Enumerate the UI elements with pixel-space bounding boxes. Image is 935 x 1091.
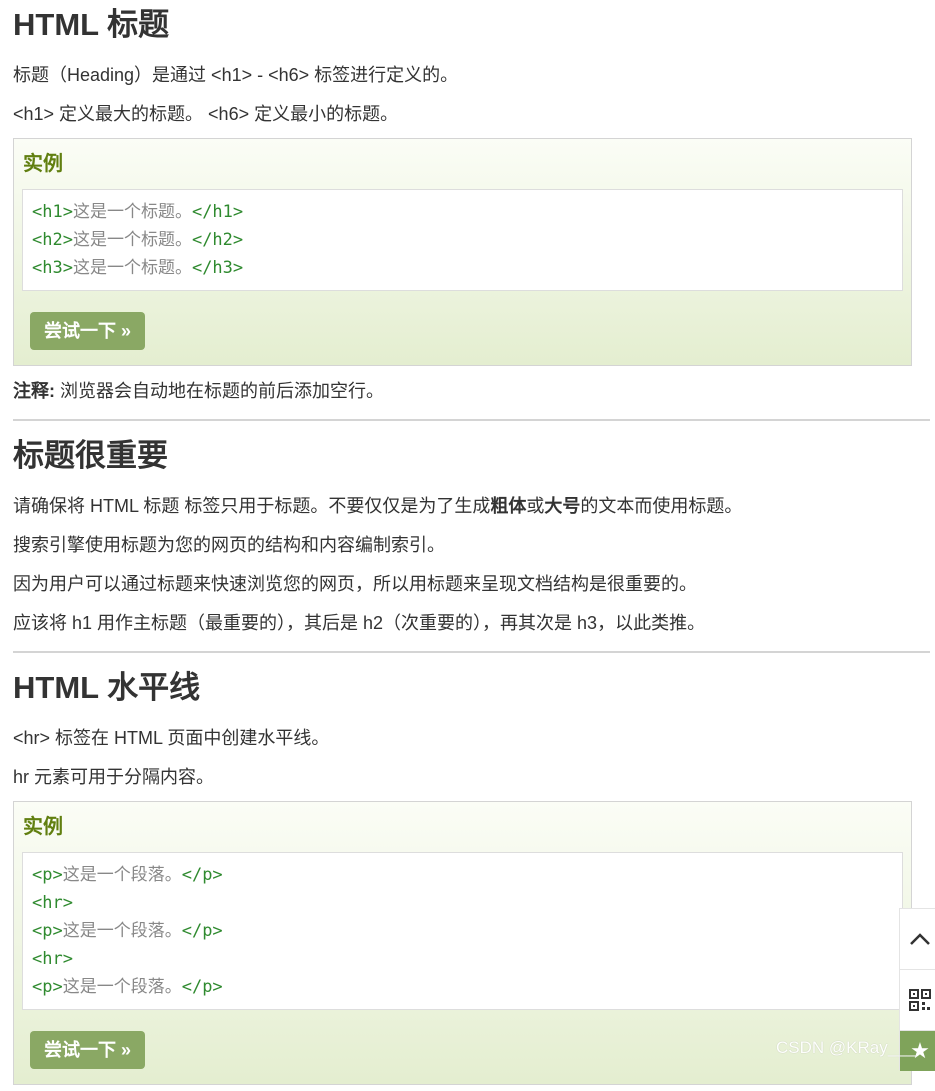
code-line: <p>这是一个段落。</p> [32,861,893,889]
code-open-tag: <p> [32,921,63,941]
example-heading: 实例 [23,816,63,838]
paragraph: 应该将 h1 用作主标题（最重要的），其后是 h2（次重要的），再其次是 h3，… [13,613,706,633]
article-content: HTML 标题 标题（Heading）是通过 <h1> - <h6> 标签进行定… [13,0,930,1091]
paragraph: <hr> 标签在 HTML 页面中创建水平线。 [13,728,330,748]
note-label: 注释: [13,381,55,401]
bold-text: 粗体 [490,496,527,516]
code-open-tag: <hr> [32,893,73,913]
example-box-headings: 实例 <h1>这是一个标题。</h1> <h2>这是一个标题。</h2> <h3>这… [13,138,912,366]
code-open-tag: <h1> [32,202,73,222]
text-segment: 的文本而使用标题。 [580,496,743,516]
code-line: <hr> [32,945,893,973]
section-title-html-headings: HTML 标题 [13,7,170,42]
code-close-tag: </p> [181,865,223,885]
divider [13,419,930,421]
paragraph: 标题（Heading）是通过 <h1> - <h6> 标签进行定义的。 [13,65,459,85]
example-heading: 实例 [23,153,63,175]
code-text: 这是一个段落。 [62,865,182,885]
code-open-tag: <p> [32,977,63,997]
code-text: 这是一个段落。 [62,921,182,941]
code-close-tag: </h1> [191,202,244,222]
paragraph: 搜索引擎使用标题为您的网页的结构和内容编制索引。 [13,535,445,555]
qr-code-icon[interactable] [900,970,935,1031]
paragraph: hr 元素可用于分隔内容。 [13,767,215,787]
text-segment: 或 [526,496,545,516]
code-close-tag: </h2> [191,230,244,250]
code-open-tag: <h2> [32,230,73,250]
code-open-tag: <hr> [32,949,73,969]
paragraph: 请确保将 HTML 标题 标签只用于标题。不要仅仅是为了生成粗体或大号的文本而使… [13,487,930,526]
code-line: <hr> [32,889,893,917]
code-line: <h2>这是一个标题。</h2> [32,226,893,254]
note-text: 浏览器会自动地在标题的前后添加空行。 [55,381,384,401]
note-paragraph: 注释: 浏览器会自动地在标题的前后添加空行。 [13,372,930,411]
bold-text: 大号 [544,496,581,516]
paragraph: 因为用户可以通过标题来快速浏览您的网页，所以用标题来呈现文档结构是很重要的。 [13,574,697,594]
code-close-tag: </p> [181,977,223,997]
try-it-button[interactable]: 尝试一下 » [30,312,146,350]
code-text: 这是一个段落。 [62,977,182,997]
code-text: 这是一个标题。 [72,230,192,250]
code-open-tag: <p> [32,865,63,885]
code-open-tag: <h3> [32,258,73,278]
section-title-html-hr: HTML 水平线 [13,670,201,705]
code-line: <p>这是一个段落。</p> [32,917,893,945]
paragraph: <h1> 定义最大的标题。 <h6> 定义最小的标题。 [13,104,399,124]
divider [13,651,930,653]
text-segment: 请确保将 HTML 标题 标签只用于标题。不要仅仅是为了生成 [13,496,491,516]
try-it-button[interactable]: 尝试一下 » [30,1031,146,1069]
code-text: 这是一个标题。 [72,258,192,278]
code-block: <p>这是一个段落。</p> <hr> <p>这是一个段落。</p> <hr> <p>这… [22,852,903,1010]
code-line: <p>这是一个段落。</p> [32,973,893,1001]
section-title-importance: 标题很重要 [13,438,168,473]
code-line: <h1>这是一个标题。</h1> [32,198,893,226]
watermark: CSDN @KRay___ [776,1038,917,1057]
code-close-tag: </h3> [191,258,244,278]
chevron-up-icon[interactable] [900,909,935,970]
code-line: <h3>这是一个标题。</h3> [32,254,893,282]
code-text: 这是一个标题。 [72,202,192,222]
code-block: <h1>这是一个标题。</h1> <h2>这是一个标题。</h2> <h3>这是一个… [22,189,903,291]
code-close-tag: </p> [181,921,223,941]
